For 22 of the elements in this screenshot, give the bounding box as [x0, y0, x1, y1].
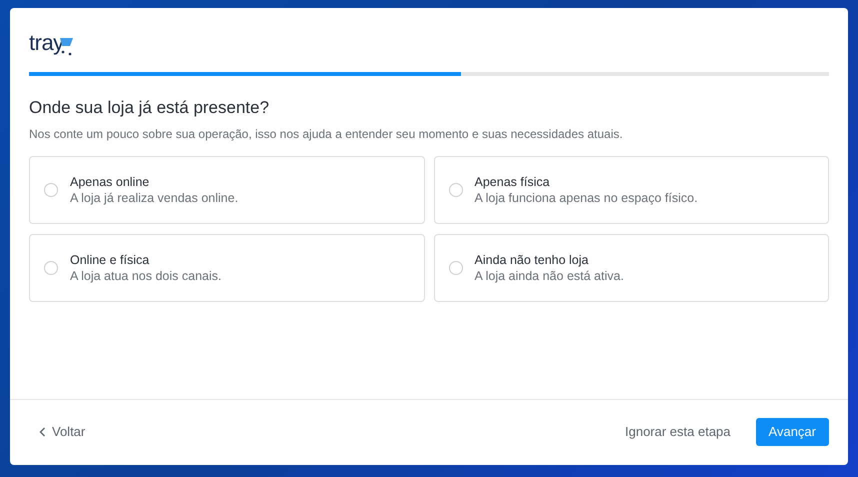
radio-button[interactable]: [448, 183, 462, 197]
option-description: A loja atua nos dois canais.: [70, 268, 222, 284]
option-card[interactable]: Apenas online A loja já realiza vendas online.: [29, 156, 424, 224]
radio-button[interactable]: [448, 261, 462, 275]
question-title: Onde sua loja já está presente?: [29, 97, 270, 119]
radio-button[interactable]: [44, 183, 58, 197]
option-card[interactable]: Apenas física A loja funciona apenas no espaço físico.: [434, 156, 829, 224]
option-label: Online e física: [70, 252, 150, 268]
option-description: A loja já realiza vendas online.: [70, 190, 238, 206]
option-label: Apenas online: [70, 174, 150, 190]
option-card[interactable]: Online e física A loja atua nos dois canais.: [29, 234, 424, 302]
skip-button[interactable]: Ignorar esta etapa: [615, 416, 741, 448]
option-label: Ainda não tenho loja: [474, 252, 590, 268]
option-label: Apenas física: [474, 174, 551, 190]
question-subtitle: Nos conte um pouco sobre sua operação, isso nos ajuda a entender seu momento e suas necessidades atuais.: [29, 126, 624, 142]
back-button[interactable]: Voltar: [29, 416, 96, 448]
radio-button[interactable]: [44, 261, 58, 275]
chevron-left-icon: [39, 426, 46, 436]
option-card[interactable]: Ainda não tenho loja A loja ainda não está ativa.: [434, 234, 829, 302]
logo-text: tray: [29, 32, 64, 54]
option-description: A loja funciona apenas no espaço físico.: [474, 190, 698, 206]
option-description: A loja ainda não está ativa.: [474, 268, 624, 284]
